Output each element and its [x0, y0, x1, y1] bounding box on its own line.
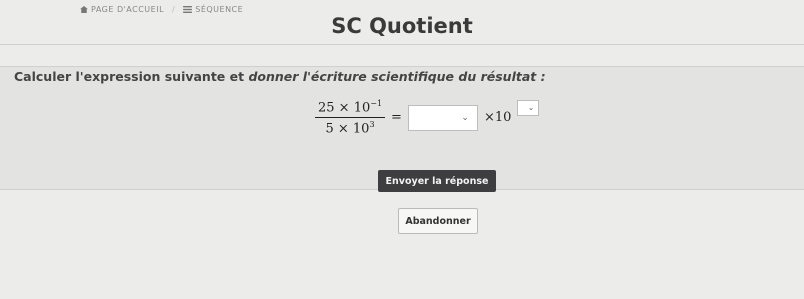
- fraction: 25 × 10−1 5 × 103: [315, 99, 386, 137]
- denominator-mantissa: 5 × 10: [325, 121, 370, 137]
- denominator-exponent: 3: [369, 120, 375, 130]
- mantissa-dropdown[interactable]: ⌄: [407, 104, 478, 131]
- breadcrumb-sequence[interactable]: SÉQUENCE: [183, 5, 243, 14]
- chevron-down-icon: ⌄: [527, 102, 535, 112]
- breadcrumb-home[interactable]: PAGE D'ACCUEIL: [80, 5, 164, 14]
- question-emphasis: donner l'écriture scientifique du résult…: [248, 69, 546, 84]
- equals-sign: =: [391, 110, 402, 126]
- times-ten: ×10: [483, 110, 512, 126]
- exponent-dropdown[interactable]: ⌄: [517, 99, 540, 116]
- page-title: SC Quotient: [331, 14, 473, 38]
- breadcrumb-home-label: PAGE D'ACCUEIL: [91, 4, 165, 14]
- chevron-down-icon: ⌄: [461, 112, 469, 123]
- question-text: Calculer l'expression suivante et donner…: [14, 69, 546, 84]
- numerator-exponent: −1: [370, 99, 383, 108]
- breadcrumb-separator: /: [172, 4, 176, 14]
- list-icon: [183, 5, 193, 13]
- breadcrumb-sequence-label: SÉQUENCE: [195, 4, 244, 14]
- home-icon: [80, 5, 88, 13]
- question-prefix: Calculer l'expression suivante et: [14, 69, 249, 84]
- fraction-denominator: 5 × 103: [322, 118, 377, 136]
- expression: 25 × 10−1 5 × 103 = ⌄ ×10 ⌄: [315, 99, 540, 137]
- abandon-button[interactable]: Abandonner: [398, 208, 478, 234]
- submit-answer-button[interactable]: Envoyer la réponse: [378, 170, 496, 192]
- fraction-numerator: 25 × 10−1: [315, 99, 386, 119]
- divider: [0, 44, 804, 45]
- numerator-mantissa: 25 × 10: [318, 100, 371, 116]
